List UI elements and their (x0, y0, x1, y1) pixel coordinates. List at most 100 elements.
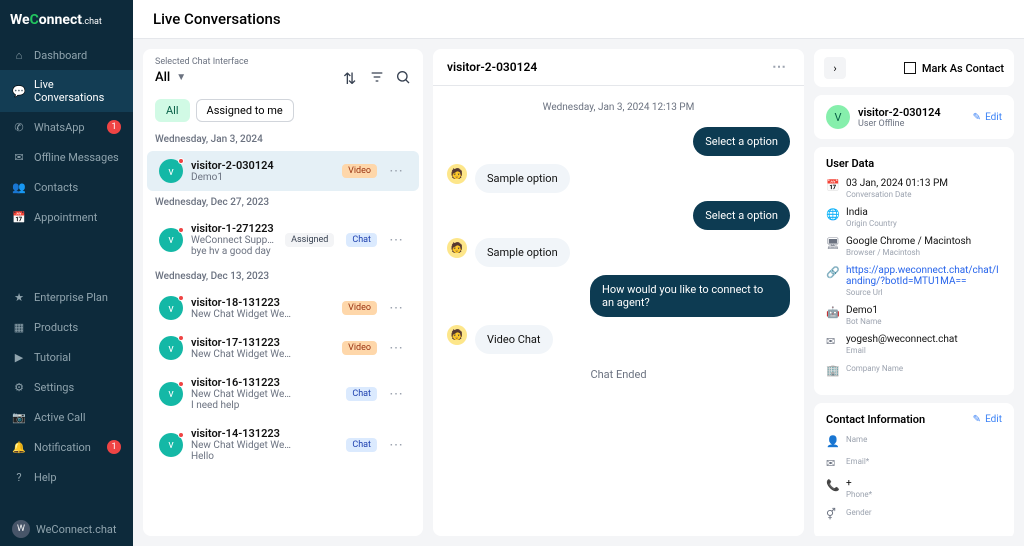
video-icon: ▶ (12, 350, 26, 364)
info-row: 🤖 Demo1 Bot Name (826, 305, 1002, 326)
phone-icon: 📞 (826, 479, 838, 492)
search-icon[interactable] (395, 69, 411, 85)
nav-products[interactable]: ▦Products (0, 312, 133, 342)
info-value[interactable]: https://app.weconnect.chat/chat/landing/… (846, 265, 1002, 287)
user-avatar-icon: 🧑 (447, 238, 467, 258)
info-row: 🔗 https://app.weconnect.chat/chat/landin… (826, 265, 1002, 297)
conversation-item[interactable]: v visitor-16-131223New Chat Widget We…I … (147, 368, 419, 419)
nav-help[interactable]: ?Help (0, 462, 133, 492)
visitor-status: User Offline (858, 119, 941, 129)
info-label: Source Url (846, 288, 1002, 297)
sidebar-footer-user[interactable]: W WeConnect.chat (0, 512, 133, 546)
more-icon[interactable]: ⋯ (385, 386, 407, 402)
conversation-item[interactable]: v visitor-1-271223WeConnect Supportbye h… (147, 214, 419, 265)
info-value: Google Chrome / Macintosh (846, 236, 971, 247)
star-icon: ★ (12, 290, 26, 304)
info-value: 03 Jan, 2024 01:13 PM (846, 178, 948, 189)
badge: 1 (107, 440, 121, 454)
more-icon[interactable]: ⋯ (385, 340, 407, 356)
message-bubble: Select a option (693, 127, 790, 156)
badge: 1 (107, 120, 121, 134)
nav-enterprise-plan[interactable]: ★Enterprise Plan (0, 282, 133, 312)
info-value: Demo1 (846, 305, 881, 316)
main: Live Conversations Selected Chat Interfa… (133, 0, 1024, 546)
more-icon[interactable]: ⋯ (385, 163, 407, 179)
contact-row: ✉ Email* (826, 456, 1002, 470)
more-icon[interactable]: ⋯ (385, 300, 407, 316)
conversation-item[interactable]: v visitor-18-131223New Chat Widget We… V… (147, 288, 419, 328)
nav-live-conversations[interactable]: 💬Live Conversations (0, 70, 133, 112)
info-row: 🖥 Google Chrome / Macintosh Browser / Ma… (826, 236, 1002, 257)
back-icon[interactable]: › (824, 57, 846, 79)
filter-all[interactable]: All (155, 99, 190, 122)
contact-row: ⚥ Gender (826, 507, 1002, 521)
edit-visitor[interactable]: ✎Edit (973, 112, 1002, 123)
nav-tutorial[interactable]: ▶Tutorial (0, 342, 133, 372)
globe-icon: 🌐 (826, 208, 838, 221)
chevron-down-icon[interactable]: ▼ (176, 72, 186, 83)
nav-offline-messages[interactable]: ✉Offline Messages (0, 142, 133, 172)
contact-label: Phone* (846, 490, 872, 499)
gear-icon: ⚙ (12, 380, 26, 394)
nav-whatsapp[interactable]: ✆WhatsApp1 (0, 112, 133, 142)
message-bubble: Video Chat (475, 325, 553, 354)
bell-icon: 🔔 (12, 440, 26, 454)
conversation-list-panel: Selected Chat Interface All ▼ ⇅ All Assi… (143, 49, 423, 536)
more-icon[interactable]: ⋯ (385, 232, 407, 248)
chat-date: Wednesday, Jan 3, 2024 12:13 PM (447, 102, 790, 113)
date-header: Wednesday, Jan 3, 2024 (143, 128, 423, 151)
edit-contact[interactable]: ✎Edit (973, 414, 1002, 425)
info-row: ✉ yogesh@weconnect.chat Email (826, 334, 1002, 355)
avatar: v (159, 336, 183, 360)
message-bubble: Select a option (693, 201, 790, 230)
sort-icon[interactable]: ⇅ (343, 69, 359, 85)
avatar: v (159, 382, 183, 406)
contact-info-title: Contact Information (826, 413, 925, 426)
filter-assigned-to-me[interactable]: Assigned to me (196, 99, 294, 122)
filter-icon[interactable] (369, 69, 385, 85)
pencil-icon: ✎ (973, 112, 981, 123)
nav-settings[interactable]: ⚙Settings (0, 372, 133, 402)
message-row: How would you like to connect to an agen… (447, 275, 790, 317)
gender-icon: ⚥ (826, 508, 838, 521)
info-value: India (846, 207, 897, 218)
info-label: Browser / Macintosh (846, 248, 971, 257)
message-row: Select a option (447, 201, 790, 230)
message-row: Select a option (447, 127, 790, 156)
avatar: v (159, 159, 183, 183)
message-bubble: Sample option (475, 238, 570, 267)
contact-row: 📞 +Phone* (826, 478, 1002, 499)
conversation-item[interactable]: v visitor-17-131223New Chat Widget We… V… (147, 328, 419, 368)
home-icon: ⌂ (12, 48, 26, 62)
contact-label: Email* (846, 457, 869, 466)
whatsapp-icon: ✆ (12, 120, 26, 134)
avatar: v (159, 296, 183, 320)
grid-icon: ▦ (12, 320, 26, 334)
channel-tag: Video (342, 164, 377, 178)
contact-row: 👤 Name (826, 434, 1002, 448)
channel-tag: Chat (346, 233, 377, 247)
nav-notification[interactable]: 🔔Notification1 (0, 432, 133, 462)
mark-as-contact[interactable]: Mark As Contact (904, 62, 1004, 75)
link-icon: 🔗 (826, 266, 838, 279)
info-label: Conversation Date (846, 190, 948, 199)
info-label: Origin Country (846, 219, 897, 228)
checkbox-icon[interactable] (904, 62, 916, 74)
nav-dashboard[interactable]: ⌂Dashboard (0, 40, 133, 70)
interface-select-label: Selected Chat Interface (155, 57, 411, 67)
message-bubble: How would you like to connect to an agen… (590, 275, 790, 317)
info-row: 🌐 India Origin Country (826, 207, 1002, 228)
more-icon[interactable]: ⋯ (385, 437, 407, 453)
nav-active-call[interactable]: 📷Active Call (0, 402, 133, 432)
interface-select[interactable]: All (155, 70, 170, 85)
contact-label: Gender (846, 508, 872, 517)
user-avatar-icon: 🧑 (447, 164, 467, 184)
message-bubble: Sample option (475, 164, 570, 193)
conversation-item[interactable]: v visitor-2-030124Demo1 Video ⋯ (147, 151, 419, 191)
nav-appointment[interactable]: 📅Appointment (0, 202, 133, 232)
avatar: v (159, 433, 183, 457)
nav-contacts[interactable]: 👥Contacts (0, 172, 133, 202)
user-avatar-icon: 🧑 (447, 325, 467, 345)
chat-more-icon[interactable]: ⋯ (768, 59, 790, 75)
conversation-item[interactable]: v visitor-14-131223New Chat Widget We…He… (147, 419, 419, 470)
